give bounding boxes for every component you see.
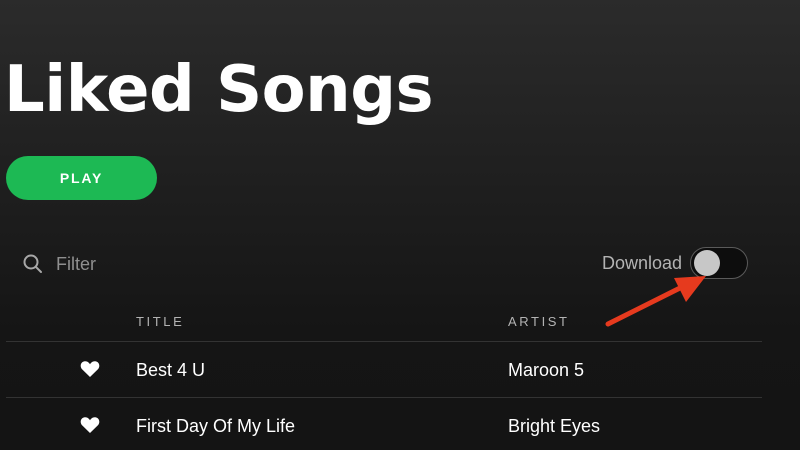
filter-input[interactable] — [56, 253, 256, 275]
play-button[interactable]: PLAY — [6, 156, 157, 200]
search-icon[interactable] — [22, 253, 44, 275]
column-header-title[interactable]: TITLE — [136, 314, 184, 329]
track-artist[interactable]: Bright Eyes — [508, 415, 600, 437]
liked-songs-page: Liked Songs PLAY Download TITLE ARTIST B… — [0, 0, 800, 450]
filter-bar — [22, 250, 256, 278]
red-arrow-annotation — [605, 276, 706, 327]
track-title[interactable]: Best 4 U — [136, 359, 205, 381]
table-row[interactable]: Best 4 U Maroon 5 — [6, 342, 762, 398]
track-artist[interactable]: Maroon 5 — [508, 359, 584, 381]
track-title[interactable]: First Day Of My Life — [136, 415, 295, 437]
heart-icon[interactable] — [80, 360, 100, 378]
table-row[interactable]: First Day Of My Life Bright Eyes — [6, 398, 762, 450]
column-header-artist[interactable]: ARTIST — [508, 314, 570, 329]
page-title: Liked Songs — [4, 53, 434, 127]
heart-icon[interactable] — [80, 416, 100, 434]
